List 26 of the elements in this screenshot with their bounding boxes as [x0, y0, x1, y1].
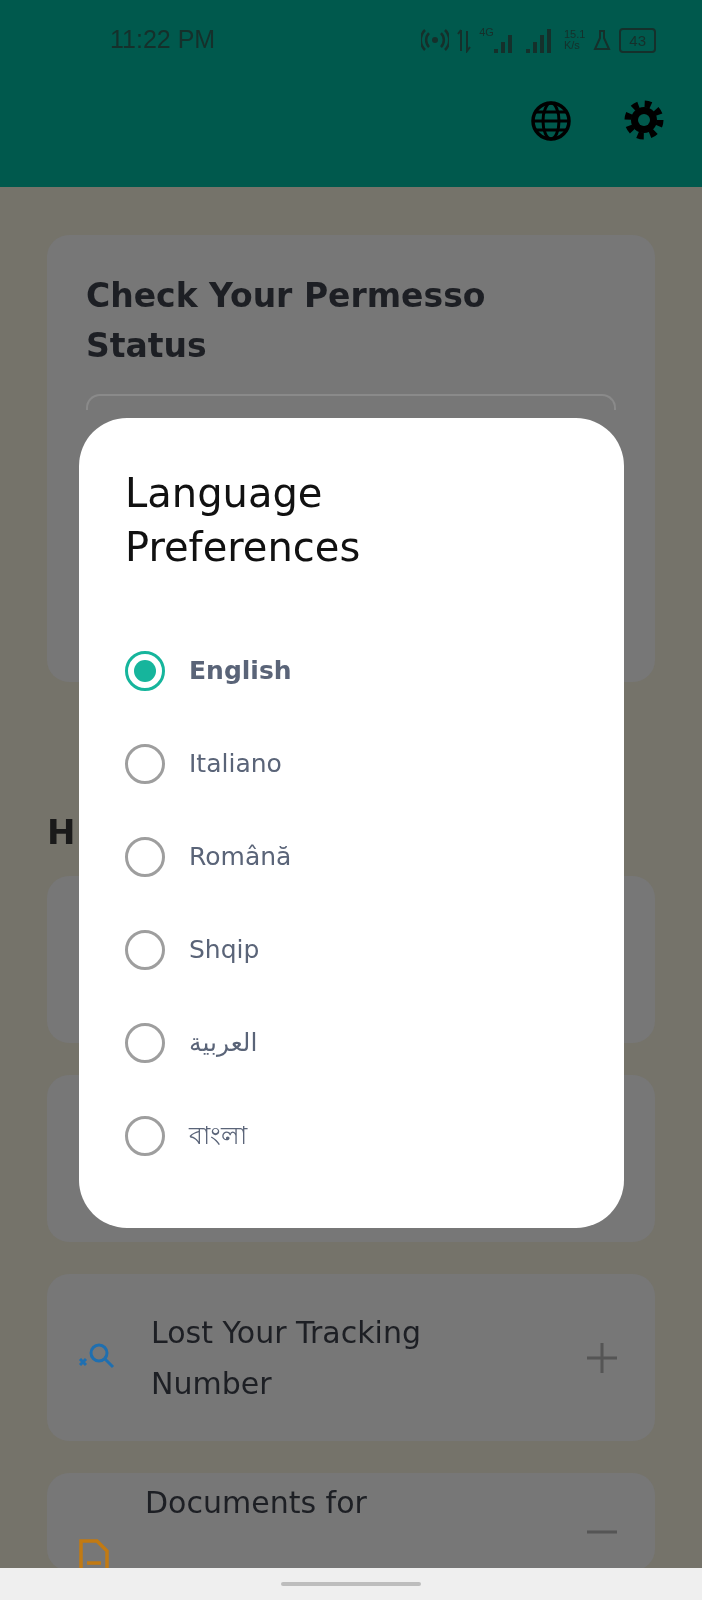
language-option[interactable]: العربية: [125, 996, 578, 1089]
flask-icon: [593, 29, 612, 51]
radio-button[interactable]: [125, 836, 165, 877]
radio-button[interactable]: [125, 650, 165, 691]
hotspot-icon: [421, 28, 450, 52]
accordion-item[interactable]: Documents for: [47, 1473, 655, 1571]
card-title: Check Your Permesso Status: [86, 275, 487, 367]
section-heading: H: [47, 811, 76, 854]
radio-button[interactable]: [125, 1115, 165, 1156]
data-arrows-icon: [457, 27, 472, 53]
accordion-title: Documents for: [145, 1484, 368, 1522]
globe-icon[interactable]: [530, 100, 572, 142]
language-option[interactable]: Italiano: [125, 717, 578, 810]
settings-icon[interactable]: [624, 100, 664, 140]
plus-icon[interactable]: [587, 1342, 617, 1373]
language-option[interactable]: Română: [125, 810, 578, 903]
language-option[interactable]: Shqip: [125, 903, 578, 996]
accordion-title: Lost Your Tracking Number: [151, 1313, 422, 1403]
radio-button[interactable]: [125, 929, 165, 970]
language-option[interactable]: English: [125, 624, 578, 717]
home-handle[interactable]: [281, 1582, 421, 1586]
radio-button[interactable]: [125, 1022, 165, 1063]
language-option[interactable]: বাংলা: [125, 1089, 578, 1182]
accordion-item[interactable]: Lost Your Tracking Number: [47, 1274, 655, 1441]
radio-button[interactable]: [125, 743, 165, 784]
dialog-title: Language Preferences: [125, 469, 362, 572]
